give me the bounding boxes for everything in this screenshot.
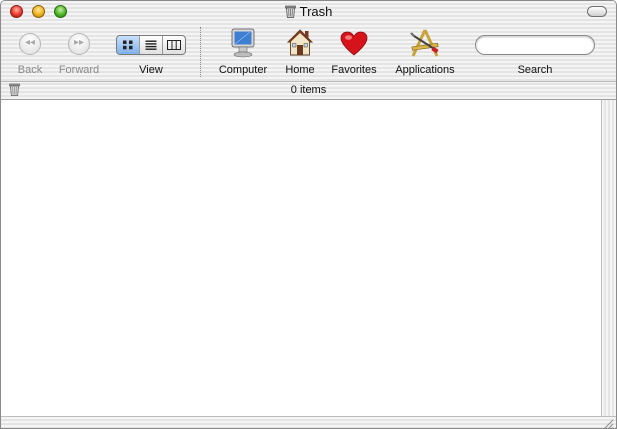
resize-grip-icon[interactable] — [602, 418, 614, 429]
icon-view-button[interactable] — [117, 36, 140, 54]
list-view-icon — [145, 40, 157, 50]
search-input[interactable] — [475, 35, 595, 55]
icon-view-icon — [123, 40, 133, 50]
column-view-icon — [167, 40, 181, 50]
home-label: Home — [285, 64, 315, 76]
item-count: 0 items — [290, 84, 327, 96]
status-bar: 0 items — [1, 81, 616, 99]
toolbar-toggle-button[interactable] — [587, 6, 607, 17]
window-title-text: Trash — [299, 4, 333, 19]
applications-label: Applications — [395, 64, 455, 76]
view-segmented-control — [116, 35, 186, 55]
finder-window: Trash ◂◂ Back ▸▸ Forward View Computer H… — [0, 0, 617, 429]
back-label: Back — [17, 64, 43, 76]
trash-icon — [284, 5, 296, 21]
computer-label: Computer — [218, 64, 268, 76]
vertical-scrollbar[interactable] — [601, 99, 616, 416]
column-view-button[interactable] — [163, 36, 185, 54]
toolbar: ◂◂ Back ▸▸ Forward View Computer Home Fa… — [1, 23, 616, 81]
toolbar-separator — [200, 27, 201, 77]
file-browser-area[interactable] — [1, 99, 601, 416]
title-bar[interactable]: Trash — [1, 1, 616, 23]
list-view-button[interactable] — [140, 36, 163, 54]
forward-label: Forward — [58, 64, 100, 76]
applications-icon — [410, 29, 439, 57]
home-icon — [286, 29, 314, 56]
favorites-label: Favorites — [331, 64, 377, 76]
view-label: View — [139, 64, 163, 76]
window-bottom-bar — [1, 416, 616, 429]
heart-icon — [340, 31, 368, 56]
window-title: Trash — [1, 4, 616, 21]
search-label: Search — [517, 64, 553, 76]
forward-arrow-icon: ▸▸ — [68, 33, 90, 55]
computer-icon — [231, 28, 255, 58]
back-arrow-icon: ◂◂ — [19, 33, 41, 55]
